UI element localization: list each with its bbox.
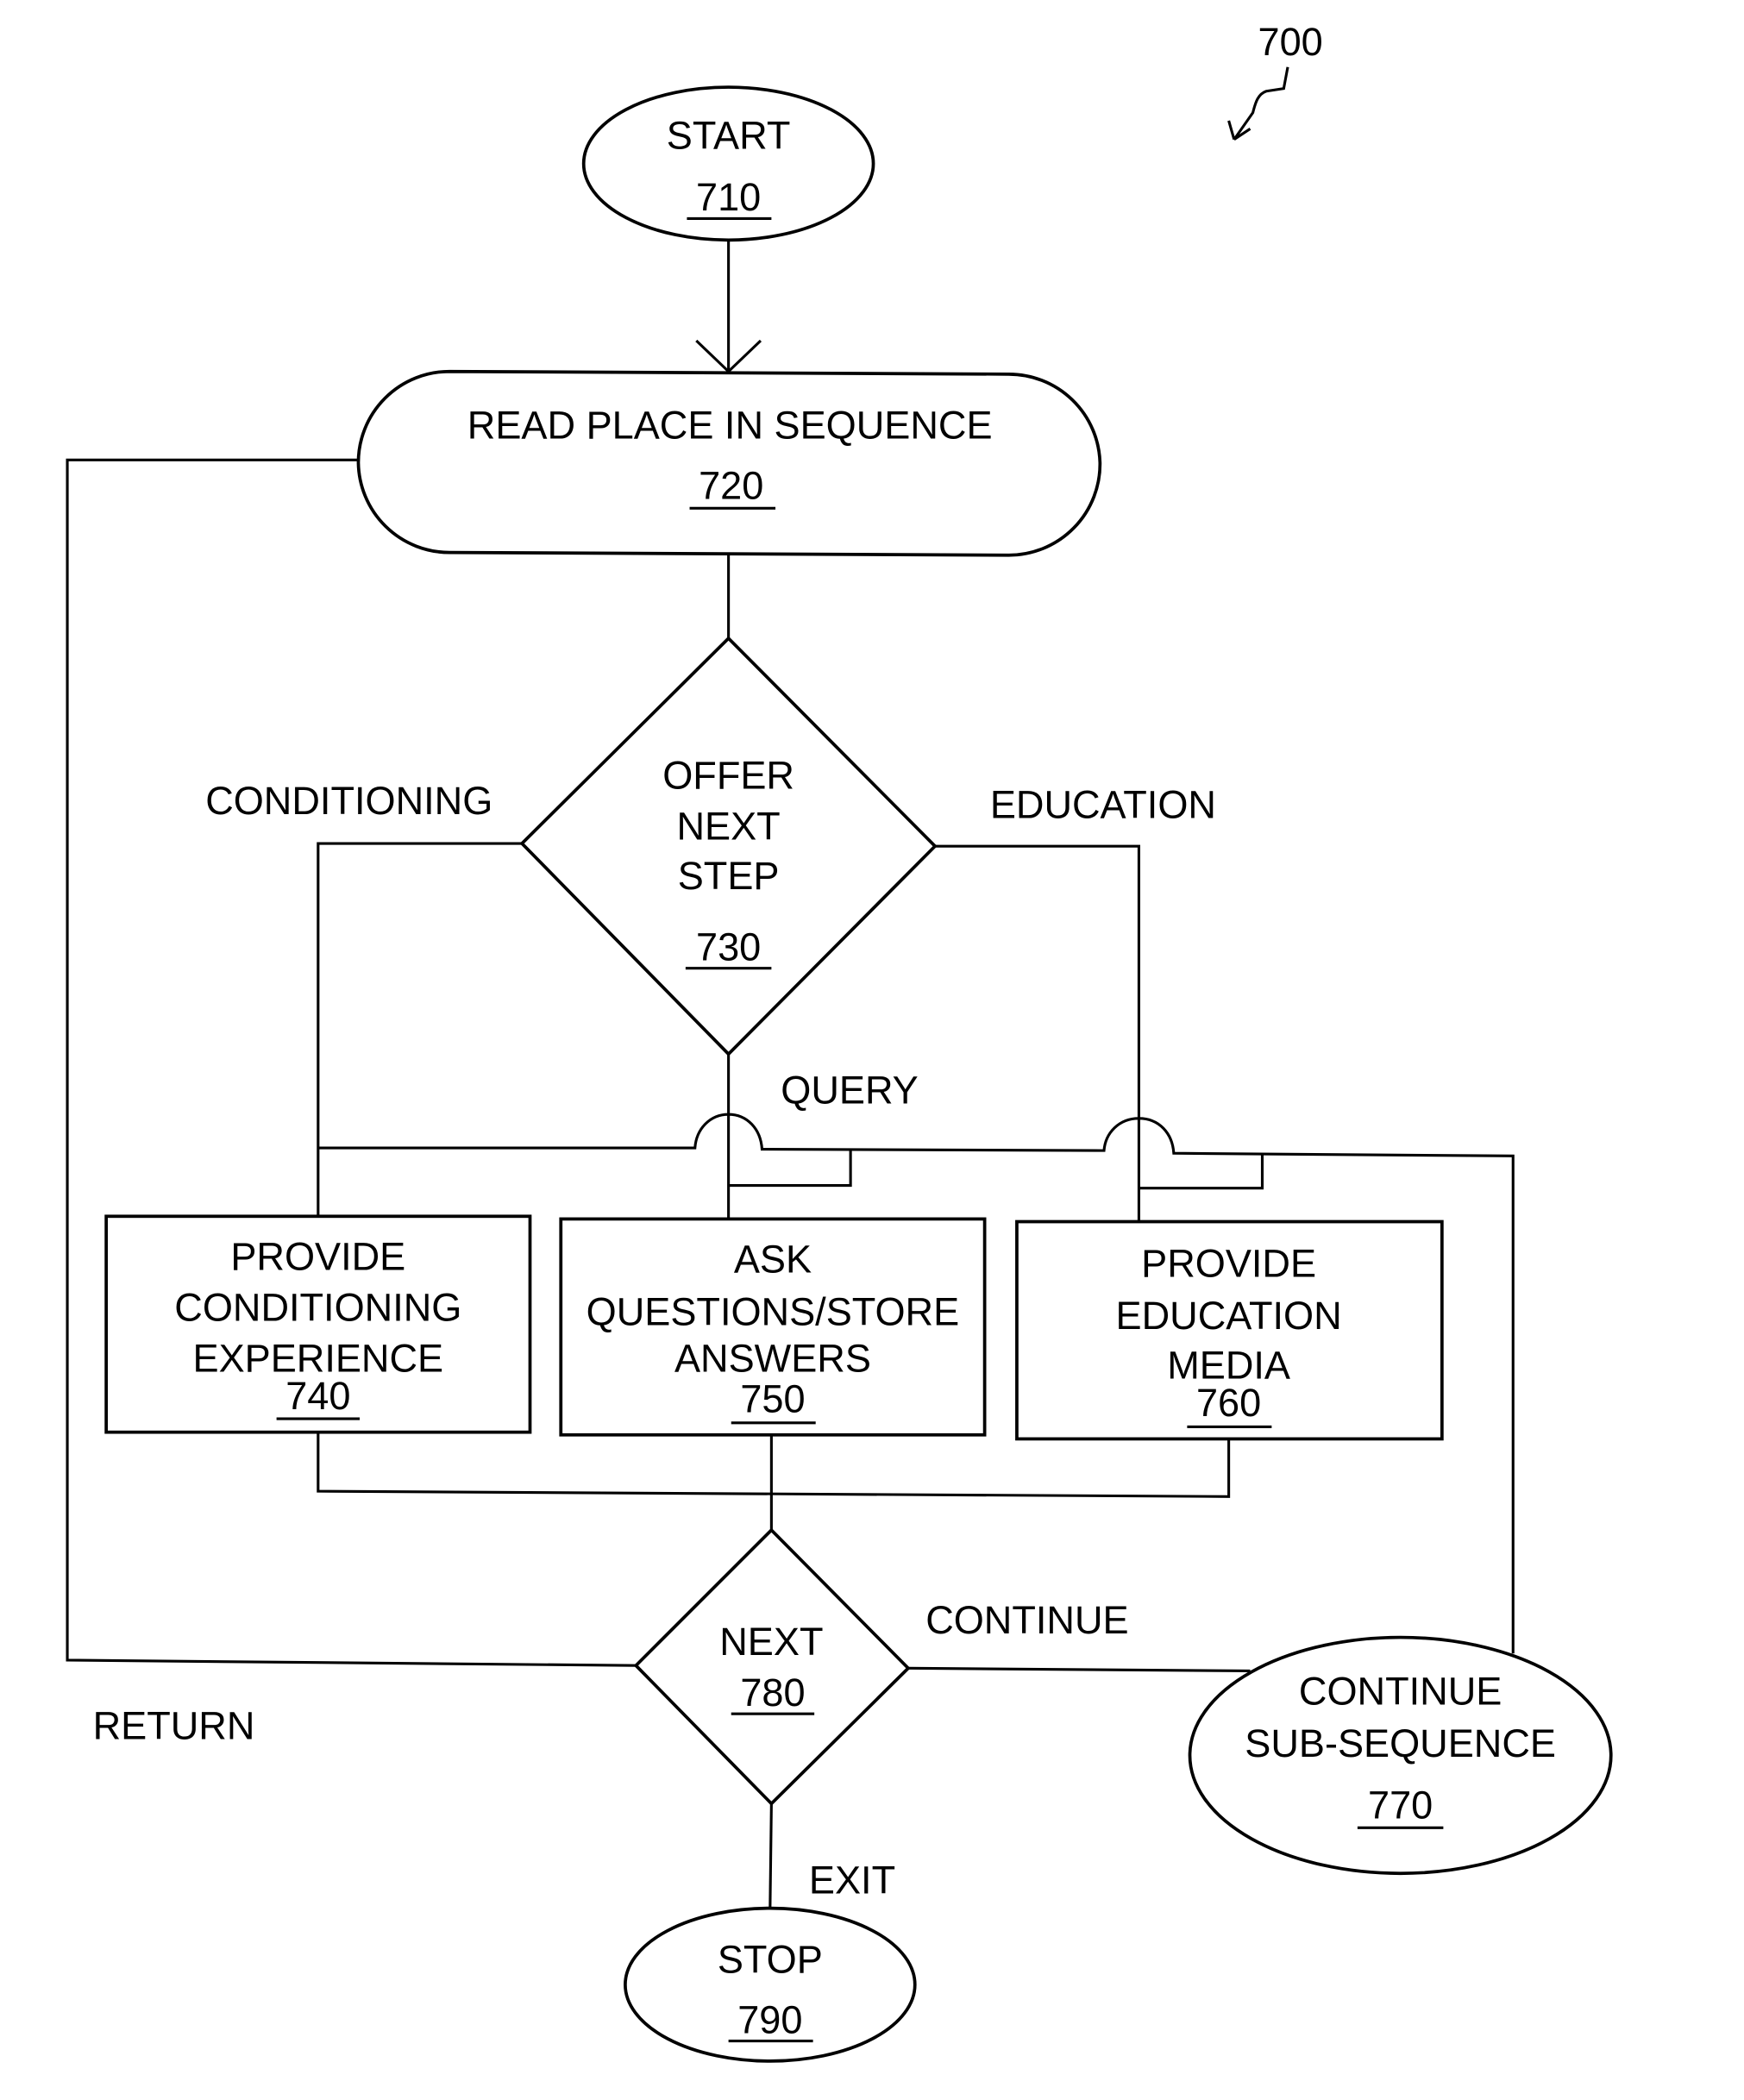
edge-return — [66, 458, 637, 1667]
node-line: QUESTIONS/STORE — [587, 1289, 960, 1333]
label-conditioning: CONDITIONING — [205, 779, 492, 823]
node-number: 770 — [1368, 1783, 1433, 1827]
label-exit: EXIT — [809, 1859, 895, 1903]
node-number: 720 — [699, 463, 763, 507]
node-label: STOP — [718, 1937, 823, 1981]
edge-exit — [768, 1803, 773, 1909]
node-line: ASK — [734, 1238, 812, 1282]
label-education: EDUCATION — [990, 782, 1216, 826]
node-stop: STOP 790 — [624, 1906, 917, 2063]
node-line: PROVIDE — [230, 1235, 405, 1279]
label-continue: CONTINUE — [925, 1598, 1128, 1642]
node-line: CONDITIONING — [174, 1286, 461, 1330]
node-number: 710 — [696, 175, 761, 219]
node-start: START 710 — [581, 85, 875, 242]
node-line: NEXT — [677, 804, 781, 848]
node-label: START — [667, 114, 791, 158]
node-read-place-in-sequence: READ PLACE IN SEQUENCE 720 — [356, 369, 1102, 557]
node-label: NEXT — [719, 1620, 823, 1664]
label-query: QUERY — [781, 1069, 919, 1113]
node-number: 750 — [740, 1376, 805, 1420]
node-line: STEP — [678, 854, 780, 898]
node-label: READ PLACE IN SEQUENCE — [467, 403, 993, 447]
node-next: NEXT 780 — [633, 1527, 911, 1807]
node-number: 780 — [740, 1671, 805, 1714]
edge-conditioning — [317, 842, 523, 1217]
node-line: OFFER — [662, 753, 794, 797]
flowchart-700: 700 START 710 READ PLACE IN SEQUENCE 720… — [66, 20, 1613, 2063]
node-number: 790 — [737, 1997, 802, 2041]
node-provide-conditioning-experience: PROVIDE CONDITIONING EXPERIENCE 740 — [104, 1214, 532, 1434]
edge-loop-stub-760 — [1139, 1154, 1264, 1190]
node-provide-education-media: PROVIDE EDUCATION MEDIA 760 — [1015, 1219, 1444, 1441]
node-line: CONTINUE — [1299, 1669, 1502, 1713]
figure-reference: 700 — [1227, 20, 1323, 141]
node-line: EDUCATION — [1116, 1294, 1342, 1338]
node-line: PROVIDE — [1141, 1241, 1316, 1285]
node-number: 740 — [285, 1374, 350, 1418]
edge-merge-bus — [317, 1432, 1231, 1498]
node-line: SUB-SEQUENCE — [1245, 1721, 1556, 1765]
label-return: RETURN — [93, 1704, 255, 1748]
reference-squiggle-arrow-icon — [1227, 66, 1289, 141]
node-line: ANSWERS — [674, 1337, 871, 1381]
edge-loop-stub-750 — [728, 1150, 852, 1188]
node-number: 760 — [1196, 1381, 1261, 1425]
node-ask-questions-store-answers: ASK QUESTIONS/STORE ANSWERS 750 — [559, 1217, 987, 1437]
node-offer-next-step: OFFER NEXT STEP 730 — [519, 636, 938, 1056]
edge-continue — [907, 1666, 1251, 1672]
figure-number: 700 — [1258, 20, 1323, 64]
edge-education — [935, 844, 1140, 1222]
node-number: 730 — [696, 925, 761, 969]
node-continue-sub-sequence: CONTINUE SUB-SEQUENCE 770 — [1188, 1635, 1613, 1876]
